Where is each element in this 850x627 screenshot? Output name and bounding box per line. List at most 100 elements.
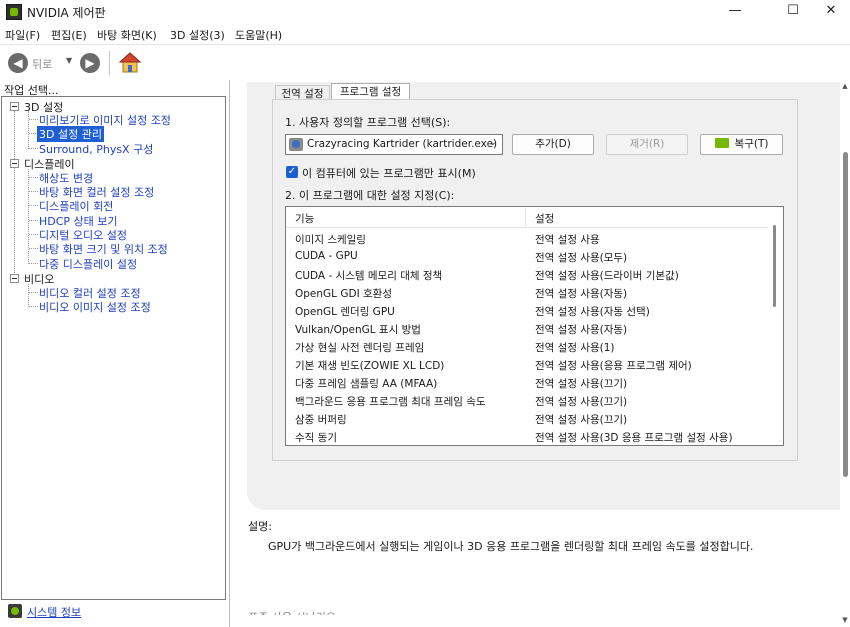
tree-guide-line bbox=[28, 284, 29, 307]
tree-guide-line bbox=[29, 234, 38, 235]
collapse-toggle-icon[interactable] bbox=[10, 102, 19, 111]
feature-cell: 가상 현실 사전 렌더링 프레임 bbox=[295, 342, 425, 354]
home-icon[interactable] bbox=[118, 51, 142, 75]
table-row[interactable]: 기본 재생 빈도(ZOWIE XL LCD) 전역 설정 사용(응용 프로그램 제… bbox=[286, 356, 768, 374]
tree-item-rotate-display[interactable]: 디스플레이 회전 bbox=[39, 198, 113, 214]
tree-guide-line bbox=[28, 169, 29, 264]
setting-cell[interactable]: 전역 설정 사용(응용 프로그램 제어) bbox=[535, 358, 692, 373]
show-local-programs-label[interactable]: 이 컴퓨터에 있는 프로그램만 표시(M) bbox=[302, 165, 476, 181]
feature-cell: 수직 동기 bbox=[295, 432, 337, 444]
feature-cell: Vulkan/OpenGL 표시 방법 bbox=[295, 324, 421, 336]
setting-cell[interactable]: 전역 설정 사용(끄기) bbox=[535, 412, 627, 427]
tree-guide-line bbox=[29, 177, 38, 178]
table-row[interactable]: OpenGL GDI 호환성 전역 설정 사용(자동) bbox=[286, 284, 768, 302]
tree-item-manage-3d-settings[interactable]: 3D 설정 관리 bbox=[37, 126, 104, 142]
tree-guide-line bbox=[29, 306, 38, 307]
restore-button-label: 복구(T) bbox=[734, 138, 769, 150]
main-scrollbar-thumb[interactable] bbox=[843, 152, 848, 477]
feature-cell: 삼중 버퍼링 bbox=[295, 414, 347, 426]
collapse-toggle-icon[interactable] bbox=[10, 159, 19, 168]
table-row[interactable]: CUDA - 시스템 메모리 대체 정책 전역 설정 사용(드라이버 기본값) bbox=[286, 266, 768, 284]
show-local-programs-checkbox[interactable]: ✓ bbox=[286, 166, 298, 178]
toolbar-divider bbox=[109, 51, 110, 75]
tree-guide-line bbox=[29, 205, 38, 206]
system-info-link[interactable]: 시스템 정보 bbox=[27, 604, 81, 620]
menu-3d-settings[interactable]: 3D 설정(3) bbox=[170, 27, 225, 43]
chevron-down-icon[interactable]: ⌄ bbox=[489, 137, 497, 148]
collapse-toggle-icon[interactable] bbox=[10, 274, 19, 283]
setting-cell[interactable]: 전역 설정 사용(3D 응용 프로그램 설정 사용) bbox=[535, 430, 733, 445]
settings-table: 기능 설정 이미지 스케일링 전역 설정 사용 CUDA - GPU 전역 설정 사… bbox=[285, 206, 784, 446]
setting-cell[interactable]: 전역 설정 사용 bbox=[535, 232, 600, 247]
menu-file[interactable]: 파일(F) bbox=[5, 27, 40, 43]
feature-cell: 백그라운드 응용 프로그램 최대 프레임 속도 bbox=[295, 396, 486, 408]
scroll-up-icon[interactable]: ▲ bbox=[840, 82, 850, 90]
minimize-button[interactable]: — bbox=[712, 0, 758, 24]
tree-guide-line bbox=[29, 191, 38, 192]
feature-cell: 다중 프레임 샘플링 AA (MFAA) bbox=[295, 378, 438, 390]
setting-cell[interactable]: 전역 설정 사용(자동) bbox=[535, 322, 627, 337]
table-row[interactable]: OpenGL 렌더링 GPU 전역 설정 사용(자동 선택) bbox=[286, 302, 768, 320]
feature-cell: 이미지 스케일링 bbox=[295, 234, 366, 246]
table-scrollbar-thumb[interactable] bbox=[773, 225, 776, 307]
table-header: 기능 설정 bbox=[286, 207, 768, 228]
column-divider bbox=[525, 209, 526, 226]
tree-item-video-image[interactable]: 비디오 이미지 설정 조정 bbox=[39, 299, 151, 315]
tree-item-multiple-displays[interactable]: 다중 디스플레이 설정 bbox=[39, 256, 137, 272]
menu-help[interactable]: 도움말(H) bbox=[235, 27, 282, 43]
tree-guide-line bbox=[29, 220, 38, 221]
column-header-setting[interactable]: 설정 bbox=[535, 211, 554, 226]
table-row[interactable]: 가상 현실 사전 렌더링 프레임 전역 설정 사용(1) bbox=[286, 338, 768, 356]
tree-guide-line bbox=[29, 119, 38, 120]
tree-guide-line bbox=[29, 263, 38, 264]
setting-cell[interactable]: 전역 설정 사용(끄기) bbox=[535, 376, 627, 391]
tree-guide-line bbox=[14, 111, 15, 281]
system-info-icon[interactable] bbox=[8, 604, 22, 618]
tree-item-desktop-size-position[interactable]: 바탕 화면 크기 및 위치 조정 bbox=[39, 241, 168, 257]
table-row[interactable]: CUDA - GPU 전역 설정 사용(모두) bbox=[286, 248, 768, 266]
setting-cell[interactable]: 전역 설정 사용(드라이버 기본값) bbox=[535, 268, 679, 283]
menu-desktop[interactable]: 바탕 화면(K) bbox=[97, 27, 157, 43]
nvidia-app-icon bbox=[6, 4, 22, 20]
restore-button[interactable]: 복구(T) bbox=[700, 134, 783, 155]
program-select[interactable]: Crazyracing Kartrider (kartrider.exe) ⌄ bbox=[285, 134, 503, 155]
title-bar: NVIDIA 제어판 — ☐ ✕ bbox=[0, 0, 850, 24]
table-row[interactable]: 백그라운드 응용 프로그램 최대 프레임 속도 전역 설정 사용(끄기) bbox=[286, 392, 768, 410]
menu-edit[interactable]: 편집(E) bbox=[51, 27, 87, 43]
history-dropdown-icon[interactable]: ▼ bbox=[66, 56, 72, 65]
menu-bar: 파일(F) 편집(E) 바탕 화면(K) 3D 설정(3) 도움말(H) bbox=[0, 24, 850, 44]
table-row[interactable]: 다중 프레임 샘플링 AA (MFAA) 전역 설정 사용(끄기) bbox=[286, 374, 768, 392]
tree-guide-line bbox=[28, 111, 29, 149]
toolbar: ◀ 뒤로 ▼ ▶ bbox=[0, 44, 850, 80]
scroll-down-icon[interactable]: ▼ bbox=[840, 616, 850, 624]
feature-cell: 기본 재생 빈도(ZOWIE XL LCD) bbox=[295, 360, 445, 372]
table-row[interactable]: 삼중 버퍼링 전역 설정 사용(끄기) bbox=[286, 410, 768, 428]
table-row[interactable]: Vulkan/OpenGL 표시 방법 전역 설정 사용(자동) bbox=[286, 320, 768, 338]
step2-label: 2. 이 프로그램에 대한 설정 지정(C): bbox=[285, 189, 455, 202]
table-row[interactable]: 이미지 스케일링 전역 설정 사용 bbox=[286, 230, 768, 248]
feature-cell: CUDA - 시스템 메모리 대체 정책 bbox=[295, 270, 443, 282]
column-header-feature[interactable]: 기능 bbox=[295, 211, 314, 226]
tree-guide-line bbox=[29, 248, 38, 249]
setting-cell[interactable]: 전역 설정 사용(자동) bbox=[535, 286, 627, 301]
back-arrow-icon[interactable]: ◀ bbox=[8, 53, 28, 73]
add-button[interactable]: 추가(D) bbox=[512, 134, 594, 155]
forward-arrow-icon[interactable]: ▶ bbox=[80, 53, 100, 73]
feature-cell: OpenGL 렌더링 GPU bbox=[295, 306, 395, 318]
description-text: GPU가 백그라운드에서 실행되는 게임이나 3D 응용 프로그램을 렌더링할 … bbox=[268, 540, 754, 553]
table-row[interactable]: 수직 동기 전역 설정 사용(3D 응용 프로그램 설정 사용) bbox=[286, 428, 768, 445]
setting-cell[interactable]: 전역 설정 사용(모두) bbox=[535, 250, 627, 265]
setting-cell[interactable]: 전역 설정 사용(1) bbox=[535, 340, 615, 355]
window-title: NVIDIA 제어판 bbox=[27, 6, 106, 20]
back-button-label[interactable]: 뒤로 bbox=[32, 56, 52, 72]
tree-item-surround-physx[interactable]: Surround, PhysX 구성 bbox=[39, 141, 153, 157]
table-scrollbar[interactable] bbox=[768, 209, 782, 443]
close-button[interactable]: ✕ bbox=[808, 0, 850, 24]
feature-cell: OpenGL GDI 호환성 bbox=[295, 288, 393, 300]
main-scrollbar[interactable]: ▲ ▼ bbox=[840, 80, 850, 627]
remove-button[interactable]: 제거(R) bbox=[606, 134, 688, 155]
task-tree: 3D 설정 미리보기로 이미지 설정 조정 3D 설정 관리 Surround,… bbox=[1, 96, 226, 600]
feature-cell: CUDA - GPU bbox=[295, 250, 358, 262]
setting-cell[interactable]: 전역 설정 사용(자동 선택) bbox=[535, 304, 650, 319]
setting-cell[interactable]: 전역 설정 사용(끄기) bbox=[535, 394, 627, 409]
